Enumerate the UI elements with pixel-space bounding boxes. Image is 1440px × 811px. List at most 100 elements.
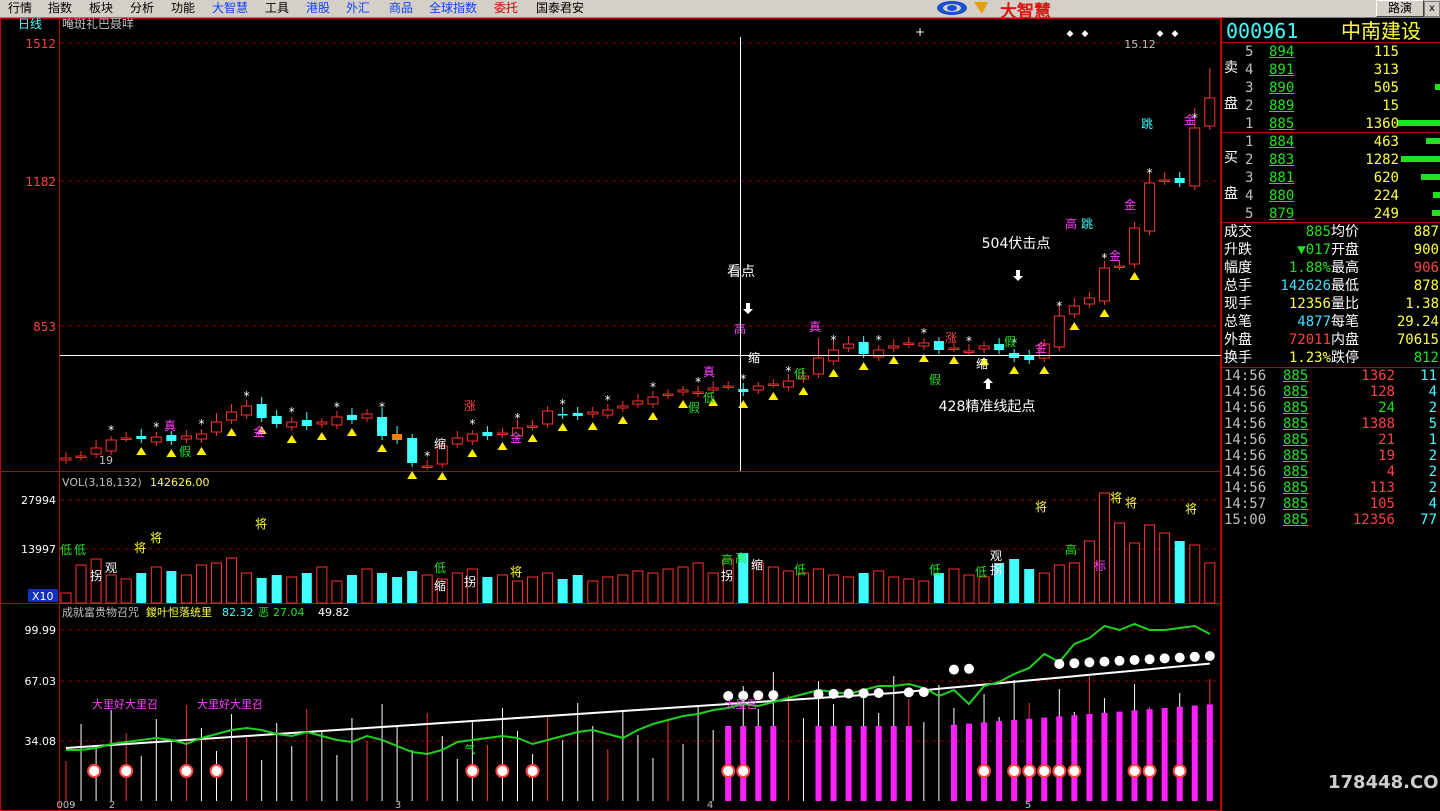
candle-down xyxy=(1024,356,1035,360)
kline-chart[interactable]: 日线 唵斑礼巴聂咩 1512 1182 853 27994 13997 X10 VOL(3,18… xyxy=(0,18,1221,811)
buy-level: 5 xyxy=(1245,206,1254,222)
quote-label: 最低 xyxy=(1331,278,1359,294)
low-price-label: 19 xyxy=(99,454,113,467)
tick-count: 2 xyxy=(1428,400,1437,416)
signal-dot xyxy=(1114,655,1125,666)
volume-bar-up xyxy=(797,572,809,604)
menu-item-3[interactable]: 分析 xyxy=(130,1,154,16)
menu-item-9[interactable]: 商品 xyxy=(389,1,413,16)
quote-label: 内盘 xyxy=(1331,332,1359,348)
close-icon[interactable]: x xyxy=(1424,1,1440,17)
diamond-marker: ◆ xyxy=(1067,29,1074,39)
menu-item-4[interactable]: 功能 xyxy=(171,1,195,16)
sell-price: 891 xyxy=(1269,62,1295,78)
tick-count: 11 xyxy=(1420,368,1437,384)
volume-bar-up xyxy=(978,576,990,604)
candle-up xyxy=(75,455,87,458)
star-marker: * xyxy=(515,411,521,425)
kline-marker: 缩 xyxy=(976,356,988,371)
signal-triangle xyxy=(828,369,839,377)
signal-triangle xyxy=(226,428,237,436)
candle-up xyxy=(180,435,192,440)
sell-label: 盘 xyxy=(1224,96,1238,112)
kline-marker: 金 xyxy=(253,424,265,439)
tick-volume: 105 xyxy=(1369,496,1395,512)
signal-dot xyxy=(1099,656,1110,667)
menu-item-10[interactable]: 全球指数 xyxy=(429,1,477,16)
menu-item-8[interactable]: 外汇 xyxy=(346,1,370,16)
tick-price: 885 xyxy=(1283,384,1309,400)
volume-bar-up xyxy=(1159,532,1171,604)
volume-bar-up xyxy=(647,572,659,604)
candle-up xyxy=(1083,297,1095,305)
sell-volume: 1360 xyxy=(1365,116,1399,132)
volume-bar-up xyxy=(1204,562,1216,604)
quote-label: 最高 xyxy=(1331,260,1359,276)
volume-bar-up xyxy=(60,592,72,604)
star-marker: * xyxy=(876,333,882,347)
candle-up xyxy=(843,343,855,349)
smiley-face xyxy=(211,766,222,776)
diamond-marker: ◆ xyxy=(1172,29,1179,39)
candle-down xyxy=(271,416,282,424)
smiley-face xyxy=(979,766,990,776)
menu-item-2[interactable]: 板块 xyxy=(89,1,113,16)
ind-value-1: 82.32 xyxy=(222,606,254,619)
tick-volume: 113 xyxy=(1369,480,1395,496)
star-marker: * xyxy=(289,405,295,419)
volume-bar-up xyxy=(843,576,855,604)
tick-time: 14:56 xyxy=(1224,480,1267,496)
menu-item-11[interactable]: 委托 xyxy=(494,1,518,16)
candle-up xyxy=(813,357,824,375)
smiley-face xyxy=(1009,766,1020,776)
candle-up xyxy=(1204,97,1216,127)
candle-up xyxy=(647,396,659,405)
volume-bar-down xyxy=(1174,541,1185,603)
tick-price: 885 xyxy=(1283,496,1309,512)
tick-volume: 1362 xyxy=(1361,368,1395,384)
volume-marker: 低 xyxy=(60,543,72,557)
signal-triangle xyxy=(407,471,418,479)
indicator-bar xyxy=(890,726,897,801)
menu-item-1[interactable]: 指数 xyxy=(48,1,72,16)
tick-price: 885 xyxy=(1283,512,1309,528)
candle-up xyxy=(1053,315,1065,348)
ind-value-3: 49.82 xyxy=(318,606,350,619)
indicator-bar xyxy=(1071,715,1078,801)
menu-item-6[interactable]: 工具 xyxy=(265,1,289,16)
volume-bar-up xyxy=(1038,572,1050,604)
signal-triangle xyxy=(497,442,508,450)
candle-up xyxy=(241,405,253,416)
menu-item-12[interactable]: 国泰君安 xyxy=(536,1,584,16)
candle-up xyxy=(602,409,614,416)
signal-triangle xyxy=(527,434,538,442)
indicator-bar xyxy=(966,723,972,801)
date-tick: 3 xyxy=(395,800,401,811)
signal-triangle xyxy=(587,422,598,430)
quote-label: 总笔 xyxy=(1224,314,1252,330)
star-marker: * xyxy=(379,400,385,414)
signal-triangle xyxy=(678,400,689,408)
candle-down xyxy=(738,389,749,392)
menu-item-0[interactable]: 行情 xyxy=(8,1,32,16)
smiley-face xyxy=(181,766,192,776)
kline-marker: 缩 xyxy=(434,436,446,451)
sell-price: 890 xyxy=(1269,80,1295,96)
candle-down xyxy=(572,413,583,416)
indicator-bar xyxy=(1116,711,1123,801)
tick-count: 4 xyxy=(1428,496,1437,512)
tick-time: 14:56 xyxy=(1224,416,1267,432)
volume-bar-up xyxy=(286,576,298,604)
volume-marker: 将 xyxy=(255,517,267,531)
volume-bar-down xyxy=(301,573,312,603)
roadshow-button[interactable]: 路演 xyxy=(1376,0,1424,17)
menu-item-5[interactable]: 大智慧 xyxy=(212,1,248,16)
candle-up xyxy=(150,436,162,443)
candle-up xyxy=(226,411,238,421)
volume-bar-up xyxy=(587,580,599,604)
menu-item-7[interactable]: 港股 xyxy=(306,1,330,16)
quote-label: 开盘 xyxy=(1331,242,1359,258)
signal-triangle xyxy=(557,423,568,431)
indicator-bar xyxy=(905,726,912,801)
quote-label: 升跌 xyxy=(1224,242,1252,258)
